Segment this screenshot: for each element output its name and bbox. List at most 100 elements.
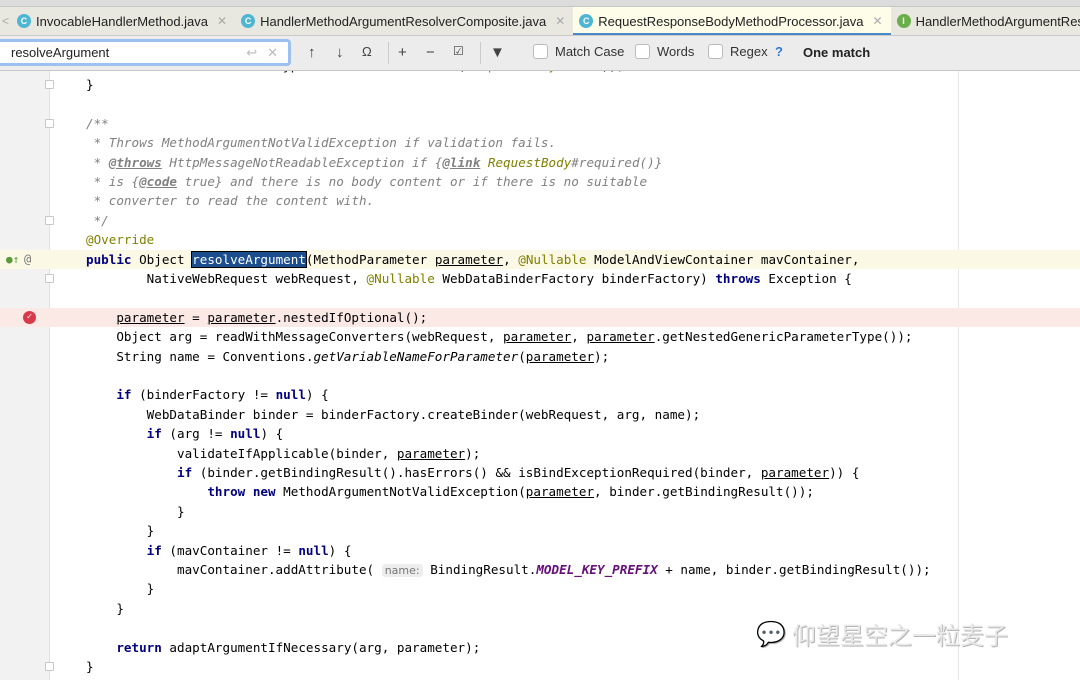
code-line[interactable]: * is {@code true} and there is no body c… <box>0 172 1080 191</box>
search-input[interactable]: resolveArgument ↩ ✕ <box>0 39 291 66</box>
code-line[interactable]: @Override <box>0 230 1080 249</box>
checkbox-box[interactable] <box>533 44 548 59</box>
search-query: resolveArgument <box>11 45 110 60</box>
code-token: (arg != <box>161 426 231 442</box>
code-line[interactable]: Object arg = readWithMessageConverters(w… <box>0 327 1080 346</box>
code-editor[interactable]: return returnType.hasMethodAnnotation(Re… <box>0 36 1080 680</box>
code-line[interactable]: public Object resolveArgument(MethodPara… <box>0 249 1080 269</box>
class-file-icon: C <box>17 14 32 28</box>
code-token: HttpMessageNotReadableException if { <box>161 154 443 170</box>
fold-marker-icon[interactable] <box>45 661 54 671</box>
select-all-occurrences-icon[interactable]: Ω <box>362 44 372 59</box>
code-text: validateIfApplicable(binder, parameter); <box>86 444 480 463</box>
close-tab-icon[interactable]: ✕ <box>217 14 227 28</box>
match-case-checkbox[interactable]: Match Case <box>533 44 624 59</box>
clear-search-icon[interactable]: ✕ <box>267 45 278 61</box>
code-line[interactable]: String name = Conventions.getVariableNam… <box>0 347 1080 366</box>
code-token: @code <box>139 173 177 189</box>
filter-icon[interactable]: ▼ <box>490 44 505 61</box>
code-line[interactable]: if (binderFactory != null) { <box>0 385 1080 404</box>
code-line[interactable]: NativeWebRequest webRequest, @Nullable W… <box>0 269 1080 288</box>
code-line[interactable] <box>0 366 1080 385</box>
code-token: WebDataBinder binder = binderFactory.cre… <box>86 406 701 422</box>
code-line[interactable]: } <box>0 657 1080 676</box>
code-line[interactable]: } <box>0 75 1080 94</box>
scroll-tabs-left-icon[interactable]: < <box>0 14 11 28</box>
code-line[interactable]: if (mavContainer != null) { <box>0 541 1080 560</box>
remove-selection-icon[interactable]: − <box>426 44 435 61</box>
code-line[interactable]: validateIfApplicable(binder, parameter); <box>0 444 1080 463</box>
previous-occurrence-icon[interactable]: ↑ <box>308 44 316 61</box>
tab-handlermethodargumentresolver[interactable]: I HandlerMethodArgumentResolver.java <box>891 7 1080 35</box>
search-match-highlight: resolveArgument <box>191 250 307 268</box>
code-line[interactable]: mavContainer.addAttribute( name: Binding… <box>0 560 1080 579</box>
code-token: @Nullable <box>518 251 587 267</box>
code-token: if <box>146 426 162 442</box>
code-line[interactable] <box>0 288 1080 307</box>
code-text: return adaptArgumentIfNecessary(arg, par… <box>86 638 480 657</box>
next-occurrence-icon[interactable]: ↓ <box>336 44 344 61</box>
code-token: parameter <box>586 329 655 345</box>
code-line[interactable]: } <box>0 579 1080 598</box>
code-token: Exception { <box>760 270 852 286</box>
fold-marker-icon[interactable] <box>45 79 54 89</box>
code-token: parameter <box>760 464 830 480</box>
fold-marker-icon[interactable] <box>45 215 54 225</box>
code-line[interactable]: * Throws MethodArgumentNotValidException… <box>0 133 1080 152</box>
code-token: adaptArgumentIfNecessary(arg, parameter)… <box>161 639 481 655</box>
code-line[interactable]: WebDataBinder binder = binderFactory.cre… <box>0 405 1080 424</box>
breakpoint-icon[interactable]: ✓ <box>23 310 36 324</box>
code-line[interactable]: * @throws HttpMessageNotReadableExceptio… <box>0 153 1080 172</box>
code-text: @Override <box>86 230 154 249</box>
code-text: mavContainer.addAttribute( name: Binding… <box>86 560 931 580</box>
implements-method-icon[interactable]: ●↑ <box>6 250 19 269</box>
tab-invocablehandlermethod[interactable]: C InvocableHandlerMethod.java ✕ <box>11 7 235 35</box>
code-line[interactable]: } <box>0 521 1080 540</box>
regex-help-link[interactable]: ? <box>775 44 783 59</box>
code-token: , <box>503 251 519 267</box>
code-line[interactable]: parameter = parameter.nestedIfOptional()… <box>0 307 1080 328</box>
code-line[interactable]: } <box>0 502 1080 521</box>
close-tab-icon[interactable]: ✕ <box>555 14 565 28</box>
fold-marker-icon[interactable] <box>45 118 54 128</box>
code-token: } <box>86 76 94 92</box>
code-text: } <box>86 599 124 618</box>
code-line[interactable]: throw new MethodArgumentNotValidExceptio… <box>0 482 1080 501</box>
close-tab-icon[interactable]: ✕ <box>873 14 883 28</box>
select-all-matches-icon[interactable]: ☑ <box>453 44 464 58</box>
checkbox-box[interactable] <box>635 44 650 59</box>
code-line[interactable] <box>0 94 1080 113</box>
code-token: } <box>86 600 124 616</box>
tab-requestresponsebodymethodprocessor[interactable]: C RequestResponseBodyMethodProcessor.java… <box>573 7 891 35</box>
annotation-icon[interactable]: @ <box>24 250 31 269</box>
code-token: )) { <box>829 464 860 480</box>
code-token: * Throws MethodArgumentNotValidException… <box>86 135 557 151</box>
words-checkbox[interactable]: Words <box>635 44 694 59</box>
tab-label: HandlerMethodArgumentResolver.java <box>915 13 1080 29</box>
fold-marker-icon[interactable] <box>45 273 54 283</box>
code-text: if (binderFactory != null) { <box>86 385 329 404</box>
code-token: parameter <box>396 445 466 461</box>
code-token: WebDataBinderFactory binderFactory) <box>434 270 716 286</box>
regex-checkbox[interactable]: Regex <box>708 44 768 59</box>
code-line[interactable]: * converter to read the content with. <box>0 191 1080 210</box>
add-selection-icon[interactable]: + <box>398 44 407 61</box>
new-line-icon[interactable]: ↩ <box>246 45 257 61</box>
code-token: .getNestedGenericParameterType()); <box>654 329 913 345</box>
code-token: if <box>177 464 193 480</box>
checkbox-box[interactable] <box>708 44 723 59</box>
interface-file-icon: I <box>896 14 911 28</box>
code-token: ) { <box>305 387 329 403</box>
code-token: + name, binder.getBindingResult()); <box>657 561 931 577</box>
code-line[interactable]: if (arg != null) { <box>0 424 1080 443</box>
code-token: /** <box>86 115 109 131</box>
code-line[interactable]: /** <box>0 114 1080 133</box>
watermark-text: 仰望星空之一粒麦子 <box>791 622 1008 650</box>
tab-handlermethodargumentresolvercomposite[interactable]: C HandlerMethodArgumentResolverComposite.… <box>235 7 573 35</box>
window-top-strip <box>0 0 1080 7</box>
code-token: @link <box>442 154 481 170</box>
code-line[interactable]: */ <box>0 211 1080 230</box>
code-line[interactable]: if (binder.getBindingResult().hasErrors(… <box>0 463 1080 482</box>
